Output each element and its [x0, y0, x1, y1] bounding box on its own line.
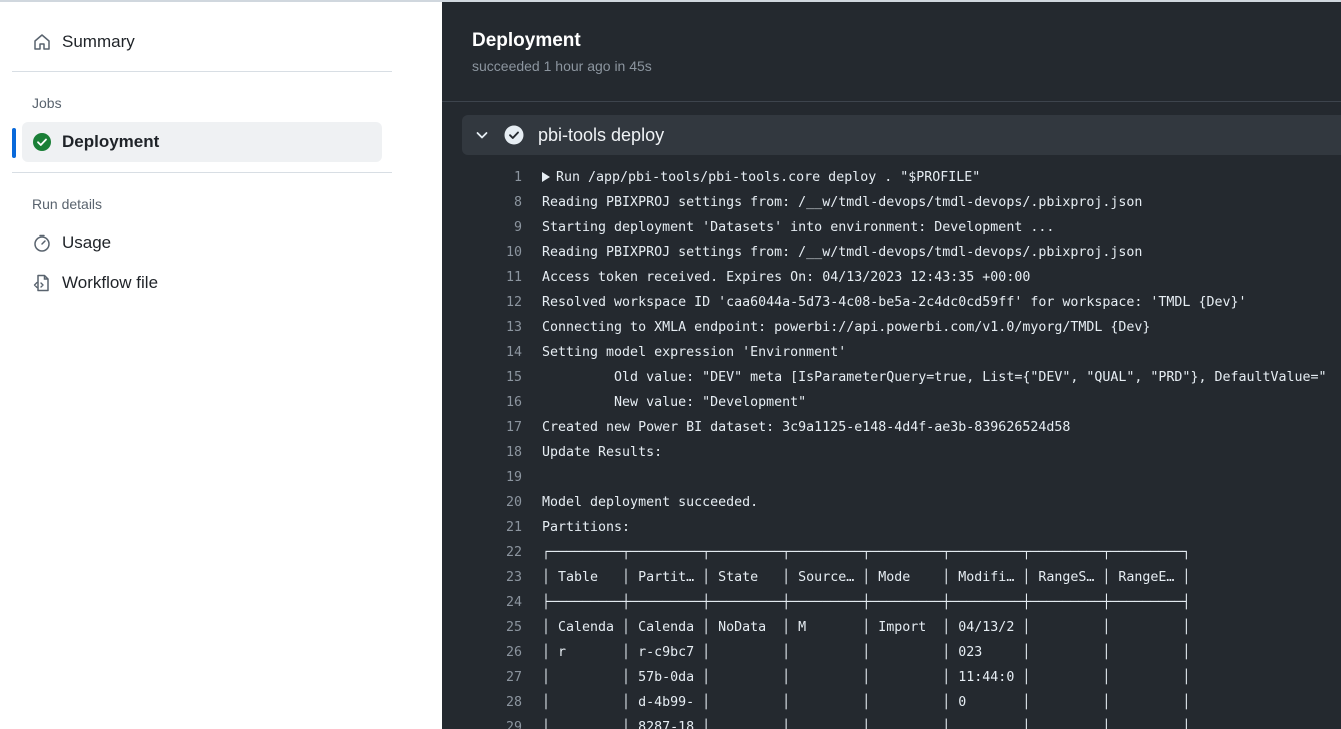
line-number: 11	[505, 270, 522, 285]
line-number: 13	[505, 320, 522, 335]
chevron-down-icon[interactable]	[474, 127, 490, 143]
line-number: 27	[505, 670, 522, 685]
log-line: 8 Reading PBIXPROJ settings from: /__w/tm…	[442, 190, 1341, 215]
log-text: │ r │ r-c9bc7 │ │ │ │ 023 │ │ │	[542, 645, 1191, 660]
line-number: 14	[505, 345, 522, 360]
step-name: pbi-tools deploy	[538, 124, 665, 145]
line-number: 20	[505, 495, 522, 510]
line-number: 8	[513, 195, 522, 210]
log-line: 24 ├─────────┼─────────┼─────────┼───────…	[442, 590, 1341, 615]
log-text: │ │ 57b-0da │ │ │ │ 11:44:0 │ │ │	[542, 670, 1191, 685]
line-number: 23	[505, 570, 522, 585]
log-line: 19	[442, 465, 1341, 490]
log-text: │ │ 8287-18 │ │ │ │ │ │ │	[542, 720, 1191, 729]
log-text: │ Table │ Partit… │ State │ Source… │ Mo…	[542, 570, 1191, 585]
log-text: Update Results:	[542, 445, 663, 460]
divider	[442, 101, 1341, 102]
log-line: 10 Reading PBIXPROJ settings from: /__w/t…	[442, 240, 1341, 265]
sidebar-item-label: Usage	[62, 233, 112, 252]
log-line: 21 Partitions:	[442, 515, 1341, 540]
sidebar-item-label: Deployment	[62, 132, 160, 151]
log-text: Starting deployment 'Datasets' into envi…	[542, 220, 1055, 235]
log-text: Old value: "DEV" meta [IsParameterQuery=…	[542, 370, 1327, 385]
section-heading-run-details: Run details	[32, 196, 103, 212]
line-number: 18	[505, 445, 522, 460]
line-number: 10	[505, 245, 522, 260]
file-code-icon	[32, 273, 52, 293]
log-text: Partitions:	[542, 520, 631, 535]
sidebar-item-summary[interactable]: Summary	[22, 22, 382, 62]
line-number: 15	[505, 370, 522, 385]
log-line: 27 │ │ 57b-0da │ │ │ │ 11:44:0 │ │ │	[442, 665, 1341, 690]
log-text: ├─────────┼─────────┼─────────┼─────────…	[542, 595, 1191, 610]
log-line: 15 Old value: "DEV" meta [IsParameterQue…	[442, 365, 1341, 390]
line-number: 16	[505, 395, 522, 410]
sidebar-item-workflow-file[interactable]: Workflow file	[22, 263, 382, 303]
log-line: 29 │ │ 8287-18 │ │ │ │ │ │ │	[442, 715, 1341, 729]
line-number: 22	[505, 545, 522, 560]
job-title: Deployment	[472, 30, 581, 51]
log-line: 26 │ r │ r-c9bc7 │ │ │ │ 023 │ │ │	[442, 640, 1341, 665]
log-text: Setting model expression 'Environment'	[542, 345, 847, 360]
job-status-text: succeeded 1 hour ago in 45s	[472, 58, 652, 74]
log-line: 11 Access token received. Expires On: 04/…	[442, 265, 1341, 290]
divider	[12, 71, 392, 72]
line-number: 19	[505, 470, 522, 485]
sidebar-item-label: Workflow file	[62, 273, 159, 292]
line-number: 24	[505, 595, 522, 610]
log-text: New value: "Development"	[542, 395, 807, 410]
log-line: 14 Setting model expression 'Environment'	[442, 340, 1341, 365]
log-line: 28 │ │ d-4b99- │ │ │ │ 0 │ │ │	[442, 690, 1341, 715]
line-number: 26	[505, 645, 522, 660]
stopwatch-icon	[32, 233, 52, 253]
log-text: │ Calenda │ Calenda │ NoData │ M │ Impor…	[542, 620, 1191, 635]
log-output: 1 Run /app/pbi-tools/pbi-tools.core deplo…	[442, 165, 1341, 729]
log-line: 22 ┌─────────┬─────────┬─────────┬───────…	[442, 540, 1341, 565]
log-line: 20 Model deployment succeeded.	[442, 490, 1341, 515]
log-line: 13 Connecting to XMLA endpoint: powerbi:/…	[442, 315, 1341, 340]
sidebar-item-usage[interactable]: Usage	[22, 223, 382, 263]
log-text: Run /app/pbi-tools/pbi-tools.core deploy…	[556, 170, 981, 185]
log-text: Connecting to XMLA endpoint: powerbi://a…	[542, 320, 1151, 335]
sidebar-item-deployment[interactable]: Deployment	[22, 122, 382, 162]
log-text: Created new Power BI dataset: 3c9a1125-e…	[542, 420, 1071, 435]
log-line: 23 │ Table │ Partit… │ State │ Source… │ …	[442, 565, 1341, 590]
section-heading-jobs: Jobs	[32, 95, 62, 111]
log-text: Reading PBIXPROJ settings from: /__w/tmd…	[542, 245, 1143, 260]
log-text: Reading PBIXPROJ settings from: /__w/tmd…	[542, 195, 1143, 210]
line-number: 25	[505, 620, 522, 635]
divider	[12, 172, 392, 173]
job-log-panel: Deployment succeeded 1 hour ago in 45s p…	[442, 2, 1341, 729]
line-number: 1	[513, 170, 522, 185]
log-line: 12 Resolved workspace ID 'caa6044a-5d73-4…	[442, 290, 1341, 315]
log-text: Model deployment succeeded.	[542, 495, 759, 510]
log-text: Access token received. Expires On: 04/13…	[542, 270, 1031, 285]
line-number: 9	[513, 220, 522, 235]
log-line: 25 │ Calenda │ Calenda │ NoData │ M │ Imp…	[442, 615, 1341, 640]
log-line[interactable]: 1 Run /app/pbi-tools/pbi-tools.core deplo…	[442, 165, 1341, 190]
log-text: Resolved workspace ID 'caa6044a-5d73-4c0…	[542, 295, 1247, 310]
line-number: 28	[505, 695, 522, 710]
line-number: 17	[505, 420, 522, 435]
sidebar: Summary Jobs Deployment Run details Usag…	[0, 2, 442, 729]
home-icon	[32, 32, 52, 52]
log-line: 16 New value: "Development"	[442, 390, 1341, 415]
log-line: 18 Update Results:	[442, 440, 1341, 465]
active-indicator	[12, 128, 16, 158]
line-number: 12	[505, 295, 522, 310]
sidebar-item-label: Summary	[62, 32, 135, 51]
check-circle-icon	[504, 125, 524, 145]
line-number: 29	[505, 720, 522, 729]
expand-triangle-icon[interactable]	[542, 172, 550, 182]
step-header-pbi-tools-deploy[interactable]: pbi-tools deploy	[462, 115, 1341, 155]
log-text: │ │ d-4b99- │ │ │ │ 0 │ │ │	[542, 695, 1191, 710]
check-circle-icon	[32, 132, 52, 152]
log-line: 9 Starting deployment 'Datasets' into env…	[442, 215, 1341, 240]
log-text: ┌─────────┬─────────┬─────────┬─────────…	[542, 545, 1191, 560]
log-line: 17 Created new Power BI dataset: 3c9a1125…	[442, 415, 1341, 440]
line-number: 21	[505, 520, 522, 535]
